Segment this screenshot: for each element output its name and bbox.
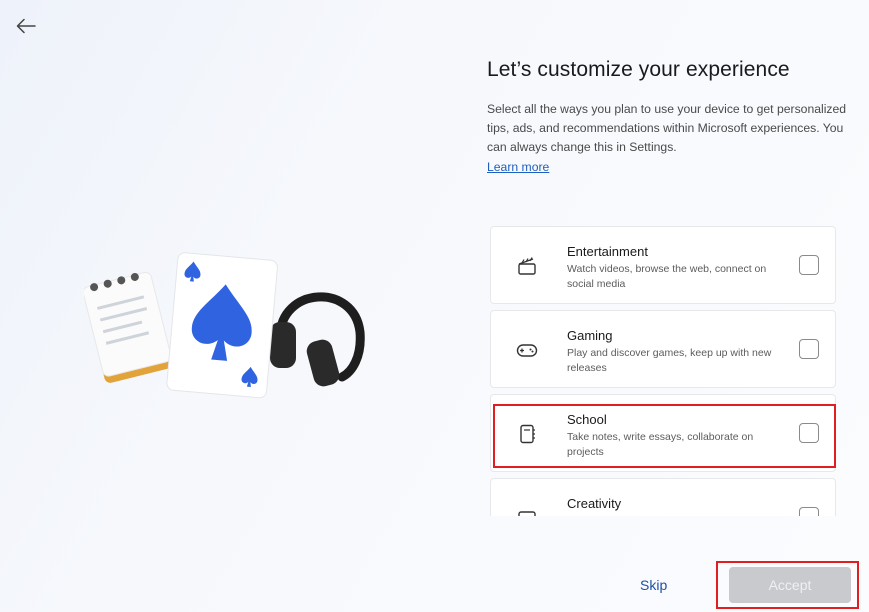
option-title: Gaming bbox=[567, 328, 613, 343]
game-controller-icon bbox=[516, 344, 538, 357]
creativity-icon bbox=[518, 511, 536, 516]
learn-more-link[interactable]: Learn more bbox=[487, 160, 549, 174]
option-card-creativity[interactable]: Creativity bbox=[490, 478, 836, 516]
gaming-checkbox[interactable] bbox=[799, 339, 819, 359]
option-card-gaming[interactable]: Gaming Play and discover games, keep up … bbox=[490, 310, 836, 388]
illustration-image bbox=[84, 252, 365, 399]
skip-button[interactable]: Skip bbox=[640, 577, 667, 593]
clapperboard-icon bbox=[518, 257, 536, 275]
notepad-icon bbox=[84, 271, 173, 383]
option-title: Creativity bbox=[567, 496, 622, 511]
entertainment-checkbox[interactable] bbox=[799, 255, 819, 275]
creativity-checkbox[interactable] bbox=[799, 507, 819, 516]
option-description: Watch videos, browse the web, connect on… bbox=[567, 263, 767, 290]
page-description: Select all the ways you plan to use your… bbox=[487, 102, 847, 154]
options-list[interactable]: Entertainment Watch videos, browse the w… bbox=[490, 226, 838, 516]
school-highlight-box bbox=[493, 404, 836, 468]
spade-card-icon bbox=[166, 252, 278, 399]
back-button[interactable] bbox=[12, 12, 40, 40]
arrow-left-icon bbox=[16, 18, 36, 34]
option-title: Entertainment bbox=[567, 244, 648, 259]
option-description: Play and discover games, keep up with ne… bbox=[567, 347, 772, 374]
headphones-icon bbox=[270, 292, 365, 387]
page-title: Let’s customize your experience bbox=[487, 58, 790, 81]
accept-button[interactable]: Accept bbox=[729, 567, 851, 603]
option-card-entertainment[interactable]: Entertainment Watch videos, browse the w… bbox=[490, 226, 836, 304]
